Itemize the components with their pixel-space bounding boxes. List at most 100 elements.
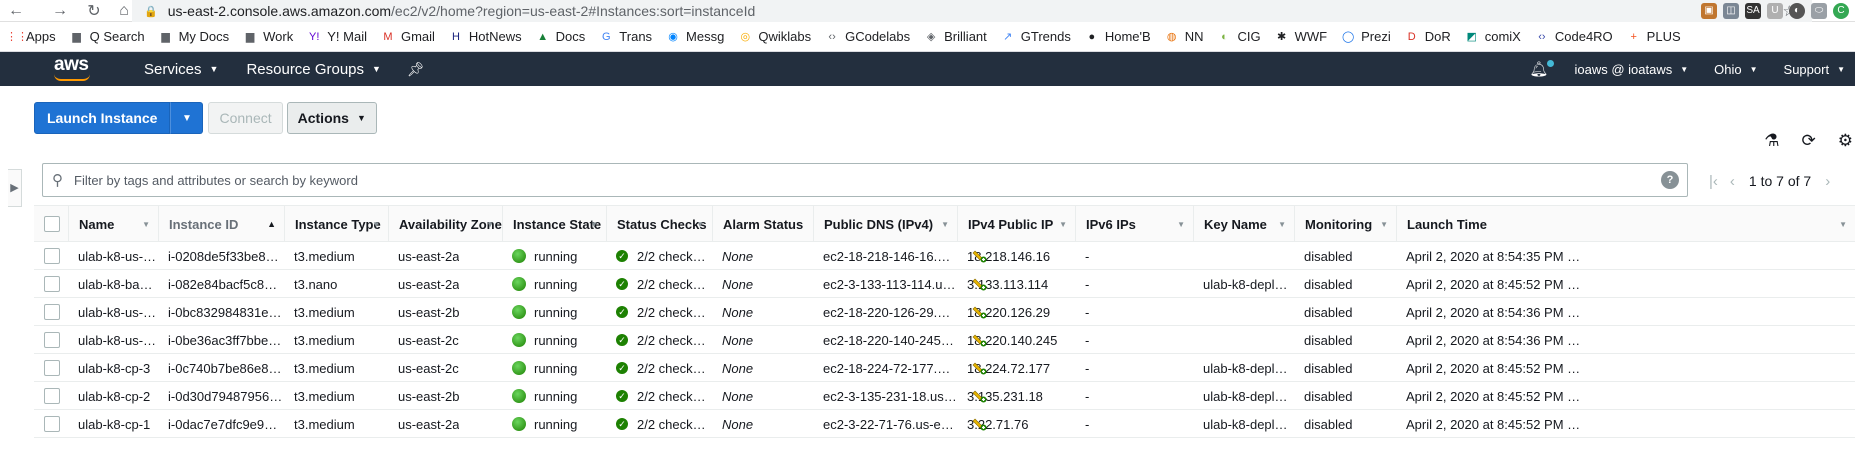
column-header-dns[interactable]: Public DNS (IPv4) ▼ [813, 206, 957, 242]
bookmark-brilliant[interactable]: ◈ Brilliant [924, 29, 987, 44]
sort-icon[interactable]: ▼ [1380, 220, 1388, 229]
extension-icon[interactable]: ▣ [1701, 3, 1717, 19]
create-alarm-icon[interactable] [972, 360, 988, 376]
extension-icon[interactable]: SA [1745, 3, 1761, 19]
bookmark-home-b[interactable]: ● Home'B [1085, 29, 1151, 44]
sort-ascending-icon[interactable]: ▲ [267, 219, 276, 229]
row-checkbox[interactable] [44, 304, 60, 320]
column-header-launch[interactable]: Launch Time ▼ [1396, 206, 1855, 242]
pin-icon[interactable]: 📌︎ [407, 61, 425, 78]
bookmark-docs[interactable]: ▲ Docs [536, 29, 585, 44]
table-row[interactable]: ulab-k8-bastion i-082e84bacf5c82dc9 t3.nan… [34, 270, 1855, 298]
column-header-state[interactable]: Instance State ▼ [502, 206, 606, 242]
settings-gear-icon[interactable]: ⚙ [1838, 131, 1853, 151]
row-checkbox[interactable] [44, 332, 60, 348]
sort-icon[interactable]: ▼ [1177, 220, 1185, 229]
create-alarm-icon[interactable] [972, 304, 988, 320]
support-menu[interactable]: Support ▼ [1784, 62, 1845, 77]
table-row[interactable]: ulab-k8-cp-2 i-0d30d79487956b2… t3.medium u… [34, 382, 1855, 410]
sort-icon[interactable]: ▼ [486, 220, 494, 229]
column-header-ipv4[interactable]: IPv4 Public IP ▼ [957, 206, 1075, 242]
flask-icon[interactable]: ⚗ [1764, 131, 1779, 151]
row-checkbox[interactable] [44, 276, 60, 292]
sort-icon[interactable]: ▼ [1278, 220, 1286, 229]
bookmark-dor[interactable]: D DoR [1405, 29, 1451, 44]
extension-icon[interactable]: C [1833, 3, 1849, 19]
bookmark-wwf[interactable]: ✱ WWF [1275, 29, 1327, 44]
column-header-key[interactable]: Key Name ▼ [1193, 206, 1294, 242]
extension-icon[interactable]: ⬭ [1811, 3, 1827, 19]
address-bar[interactable]: 🔒 us-east-2.console.aws.amazon.com/ec2/v… [132, 0, 1812, 22]
column-header-instance-id[interactable]: Instance ID ▲ [158, 206, 284, 242]
create-alarm-icon[interactable] [972, 248, 988, 264]
table-row[interactable]: ulab-k8-us-e… i-0208de5f33be84453 t3.mediu… [34, 242, 1855, 270]
sort-icon[interactable]: ▼ [142, 220, 150, 229]
column-header-type[interactable]: Instance Type ▼ [284, 206, 388, 242]
select-all-checkbox[interactable] [44, 216, 60, 232]
back-arrow-icon[interactable]: ← [4, 2, 28, 20]
region-menu[interactable]: Ohio ▼ [1714, 62, 1757, 77]
table-row[interactable]: ulab-k8-cp-1 i-0dac7e7dfc9e9ea90 t3.medium… [34, 410, 1855, 438]
create-alarm-icon[interactable] [972, 388, 988, 404]
create-alarm-icon[interactable] [972, 416, 988, 432]
bookmark-messg[interactable]: ◉ Messg [666, 29, 724, 44]
bookmark-cig[interactable]: ◐ CIG [1217, 29, 1260, 44]
extension-icon[interactable]: ◐ [1789, 3, 1805, 19]
next-page-icon[interactable]: › [1825, 173, 1830, 190]
column-header-name[interactable]: Name ▼ [68, 206, 158, 242]
row-checkbox[interactable] [44, 248, 60, 264]
sidebar-toggle[interactable]: ▶ [8, 169, 22, 207]
column-header-checks[interactable]: Status Checks ▼ [606, 206, 712, 242]
bookmark-nn[interactable]: ◍ NN [1165, 29, 1204, 44]
aws-logo[interactable]: aws [48, 52, 108, 86]
bookmark-comix[interactable]: ◩ comiX [1465, 29, 1521, 44]
row-checkbox[interactable] [44, 360, 60, 376]
column-header-ipv6[interactable]: IPv6 IPs ▼ [1075, 206, 1193, 242]
forward-arrow-icon[interactable]: → [48, 2, 72, 20]
bookmark-gcodelabs[interactable]: ‹› GCodelabs [825, 29, 910, 44]
actions-button[interactable]: Actions ▼ [286, 102, 377, 134]
sort-icon[interactable]: ▼ [590, 220, 598, 229]
sort-icon[interactable]: ▼ [372, 220, 380, 229]
help-icon[interactable]: ? [1661, 171, 1679, 189]
table-row[interactable]: ulab-k8-cp-3 i-0c740b7be86e8c617 t3.medium… [34, 354, 1855, 382]
launch-instance-button[interactable]: Launch Instance [34, 102, 171, 134]
sort-icon[interactable]: ▼ [1059, 220, 1067, 229]
reload-icon[interactable]: ↻ [82, 1, 106, 21]
resource-groups-menu[interactable]: Resource Groups ▼ [246, 61, 380, 78]
create-alarm-icon[interactable] [972, 276, 988, 292]
sort-icon[interactable]: ▼ [1839, 220, 1847, 229]
sort-icon[interactable]: ▼ [941, 220, 949, 229]
filter-input[interactable] [74, 166, 1661, 194]
create-alarm-icon[interactable] [972, 332, 988, 348]
bookmark-gtrends[interactable]: ↗ GTrends [1001, 29, 1071, 44]
bookmark-my-docs[interactable]: ▆ My Docs [159, 29, 229, 44]
bookmark-work[interactable]: ▆ Work [243, 29, 293, 44]
services-menu[interactable]: Services ▼ [144, 61, 218, 78]
notifications-bell-icon[interactable]: 🔔︎ [1529, 60, 1555, 78]
extension-icon[interactable]: U [1767, 3, 1783, 19]
connect-button[interactable]: Connect [208, 102, 283, 134]
bookmark-qwiklabs[interactable]: ◎ Qwiklabs [738, 29, 812, 44]
launch-instance-dropdown[interactable]: ▼ [170, 102, 204, 134]
bookmark-gmail[interactable]: M Gmail [381, 29, 435, 44]
extension-icon[interactable]: ◫ [1723, 3, 1739, 19]
first-page-icon[interactable]: |‹ [1709, 173, 1718, 190]
table-row[interactable]: ulab-k8-us-e… i-0be36ac3ff7bbec95 t3.mediu… [34, 326, 1855, 354]
table-row[interactable]: ulab-k8-us-e… i-0bc832984831e830b t3.mediu… [34, 298, 1855, 326]
bookmark-prezi[interactable]: ◯ Prezi [1341, 29, 1391, 44]
row-checkbox[interactable] [44, 388, 60, 404]
bookmark-y-mail[interactable]: Y! Y! Mail [307, 29, 367, 44]
bookmark-plus[interactable]: + PLUS [1627, 29, 1680, 44]
refresh-icon[interactable]: ⟳ [1802, 131, 1816, 151]
bookmark-apps[interactable]: ⋮⋮ Apps [6, 29, 56, 44]
bookmark-q-search[interactable]: ▆ Q Search [70, 29, 144, 44]
sort-icon[interactable]: ▼ [696, 220, 704, 229]
bookmark-code4ro[interactable]: ‹› Code4RO [1535, 29, 1612, 44]
bookmark-trans[interactable]: G Trans [599, 29, 652, 44]
account-menu[interactable]: ioaws @ ioataws ▼ [1574, 62, 1688, 77]
row-checkbox[interactable] [44, 416, 60, 432]
column-header-monitoring[interactable]: Monitoring ▼ [1294, 206, 1396, 242]
column-header-az[interactable]: Availability Zone ▼ [388, 206, 502, 242]
column-header-alarm[interactable]: Alarm Status [712, 206, 813, 242]
